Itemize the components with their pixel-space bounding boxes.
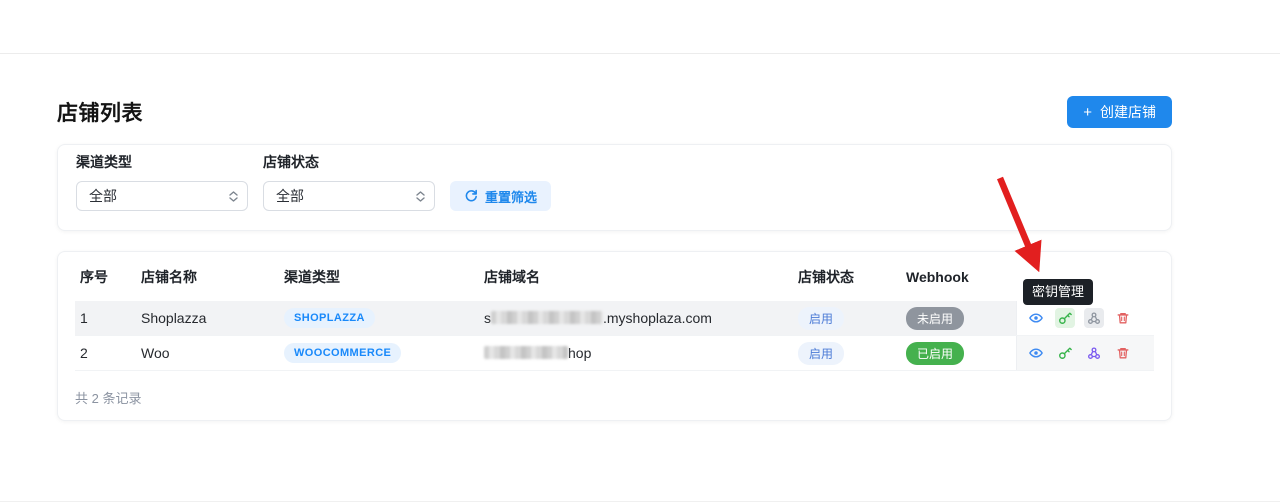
store-status-select[interactable]: 全部 <box>263 181 435 211</box>
store-status-label: 店铺状态 <box>263 154 319 170</box>
webhook-icon <box>1088 312 1100 324</box>
status-badge-enabled: 启用 <box>798 341 845 365</box>
webhook-badge-disabled: 未启用 <box>906 306 965 330</box>
cell-index: 1 <box>80 310 88 326</box>
cell-channel-type: WOOCOMMERCE <box>284 343 484 363</box>
cell-webhook-status: 未启用 <box>906 306 1016 330</box>
trash-icon <box>1117 347 1129 359</box>
key-management-button[interactable] <box>1055 308 1075 328</box>
cell-actions <box>1016 336 1154 370</box>
delete-button[interactable] <box>1113 308 1133 328</box>
header-store-domain: 店铺域名 <box>484 268 540 285</box>
cell-store-status: 启用 <box>798 306 906 330</box>
cell-index: 2 <box>80 345 88 361</box>
red-annotation-arrow <box>997 176 1042 273</box>
table-row-shoplazza[interactable]: 1 Shoplazza SHOPLAZZA s .myshoplaza.com 启… <box>75 301 1154 336</box>
store-list-page: 店铺列表 + 创建店铺 渠道类型 全部 店铺状态 全部 重置筛选 序号 店铺名称… <box>0 0 1280 502</box>
reset-filters-button[interactable]: 重置筛选 <box>450 181 552 211</box>
trash-icon <box>1117 312 1129 324</box>
cell-store-domain: hop <box>484 345 798 361</box>
store-status-selected-value: 全部 <box>276 188 304 204</box>
key-management-button[interactable] <box>1055 343 1075 363</box>
cell-store-name: Shoplazza <box>141 310 207 326</box>
channel-type-select[interactable]: 全部 <box>76 181 248 211</box>
cell-actions <box>1016 301 1154 335</box>
page-header: 店铺列表 + 创建店铺 <box>57 96 1172 128</box>
plus-icon: + <box>1083 103 1092 121</box>
reset-filters-label: 重置筛选 <box>485 189 538 205</box>
channel-type-filter: 渠道类型 全部 <box>76 152 248 211</box>
webhook-button[interactable] <box>1084 343 1104 363</box>
eye-icon <box>1029 348 1043 358</box>
cell-store-name: Woo <box>141 345 170 361</box>
redacted-domain-blur <box>484 346 568 359</box>
header-store-name: 店铺名称 <box>141 268 197 285</box>
key-icon <box>1059 347 1072 359</box>
header-index: 序号 <box>80 268 108 285</box>
webhook-button[interactable] <box>1084 308 1104 328</box>
key-icon <box>1059 312 1072 324</box>
select-chevrons-icon <box>229 190 238 202</box>
records-summary: 共 2 条记录 <box>75 391 142 406</box>
table-row-woo[interactable]: 2 Woo WOOCOMMERCE hop 启用 已启用 <box>75 336 1154 371</box>
refresh-icon <box>465 189 477 202</box>
webhook-badge-enabled: 已启用 <box>906 341 965 365</box>
channel-badge-woocommerce: WOOCOMMERCE <box>284 343 402 363</box>
store-status-filter: 店铺状态 全部 <box>263 152 435 211</box>
page-title: 店铺列表 <box>57 102 143 125</box>
cell-store-status: 启用 <box>798 341 906 365</box>
channel-badge-shoplazza: SHOPLAZZA <box>284 308 375 328</box>
channel-type-selected-value: 全部 <box>89 188 117 204</box>
redacted-domain-blur <box>491 311 603 324</box>
domain-prefix: s <box>484 310 491 326</box>
cell-webhook-status: 已启用 <box>906 341 1016 365</box>
view-button[interactable] <box>1026 343 1046 363</box>
create-store-button[interactable]: + 创建店铺 <box>1067 96 1172 128</box>
cell-store-domain: s .myshoplaza.com <box>484 310 798 326</box>
create-store-button-label: 创建店铺 <box>1100 104 1156 120</box>
delete-button[interactable] <box>1113 343 1133 363</box>
domain-suffix: .myshoplaza.com <box>603 310 712 326</box>
header-channel-type: 渠道类型 <box>284 268 340 285</box>
cell-channel-type: SHOPLAZZA <box>284 308 484 328</box>
select-chevrons-icon <box>416 190 425 202</box>
channel-type-label: 渠道类型 <box>76 154 132 170</box>
view-button[interactable] <box>1026 308 1046 328</box>
header-store-status: 店铺状态 <box>798 268 854 285</box>
domain-suffix: hop <box>568 345 592 361</box>
status-badge-enabled: 启用 <box>798 306 845 330</box>
webhook-icon <box>1088 347 1100 359</box>
eye-icon <box>1029 313 1043 323</box>
top-navigation-bar <box>0 0 1280 54</box>
